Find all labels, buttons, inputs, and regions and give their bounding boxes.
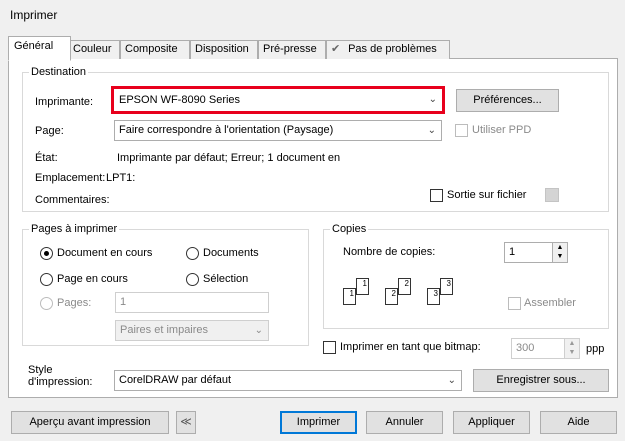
copies-legend: Copies: [332, 223, 367, 235]
chevron-down-icon: ⌄: [427, 125, 436, 136]
documents-label: Documents: [203, 247, 259, 259]
spin-up-icon: ▲: [568, 340, 576, 347]
status-label: État:: [35, 152, 58, 164]
tab-general[interactable]: Général: [8, 36, 71, 61]
tab-no-problems[interactable]: ✔ Pas de problèmes: [326, 40, 450, 59]
use-ppd-checkbox[interactable]: [455, 124, 468, 137]
chevron-down-icon: ⌄: [428, 94, 437, 105]
comments-label: Commentaires:: [35, 194, 110, 206]
even-odd-select[interactable]: Paires et impaires ⌄: [115, 320, 269, 341]
print-as-bitmap-label: Imprimer en tant que bitmap:: [340, 341, 481, 353]
selection-label: Sélection: [203, 273, 249, 285]
spin-down-icon: ▼: [568, 349, 576, 356]
check-magnifier-icon: ✔: [331, 43, 341, 55]
pages-input[interactable]: 1: [115, 292, 269, 313]
window-title: Imprimer: [10, 8, 58, 22]
pages-label: Pages:: [57, 297, 92, 309]
spin-down-icon: ▼: [556, 253, 564, 260]
pages-radio[interactable]: [40, 297, 53, 310]
tab-prepress[interactable]: Pré-presse: [258, 40, 326, 59]
tab-color[interactable]: Couleur: [68, 40, 120, 59]
collate-page: 1: [356, 278, 369, 295]
bitmap-dpi-spinner[interactable]: ▲ ▼: [564, 339, 579, 358]
current-page-label: Page en cours: [57, 273, 128, 285]
destination-legend: Destination: [31, 66, 87, 78]
collate-label: Assembler: [524, 297, 576, 309]
printer-label: Imprimante:: [35, 96, 94, 108]
collate-checkbox[interactable]: [508, 297, 521, 310]
tab-label: Couleur: [73, 43, 112, 55]
print-to-file-checkbox[interactable]: [430, 189, 443, 202]
page-orientation-value: Faire correspondre à l'orientation (Pays…: [119, 124, 334, 136]
tab-label: Pas de problèmes: [348, 43, 437, 55]
location-value: LPT1:: [106, 172, 136, 184]
bitmap-dpi-value: 300: [516, 342, 535, 354]
collate-page: 2: [398, 278, 411, 295]
status-value: Imprimante par défaut; Erreur; 1 documen…: [117, 152, 341, 164]
print-preview-button[interactable]: Aperçu avant impression: [11, 411, 169, 434]
selection-radio[interactable]: [186, 273, 199, 286]
save-as-button[interactable]: Enregistrer sous...: [473, 369, 609, 392]
tab-layout[interactable]: Disposition: [190, 40, 258, 59]
page-label: Page:: [35, 125, 64, 137]
printer-select-value: EPSON WF-8090 Series: [119, 94, 241, 106]
collate-page: 3: [440, 278, 453, 295]
printer-select[interactable]: EPSON WF-8090 Series ⌄: [111, 86, 445, 114]
current-document-radio[interactable]: [40, 247, 53, 260]
preferences-button[interactable]: Préférences...: [456, 89, 559, 112]
collate-page: 3: [427, 288, 440, 305]
print-style-value: CorelDRAW par défaut: [119, 374, 232, 386]
copies-count-value: 1: [509, 246, 516, 258]
copies-count-input[interactable]: 1 ▲ ▼: [504, 242, 568, 263]
copies-count-label: Nombre de copies:: [343, 246, 436, 258]
current-page-radio[interactable]: [40, 273, 53, 286]
tab-composite[interactable]: Composite: [120, 40, 190, 59]
spin-up-icon: ▲: [556, 244, 564, 251]
collate-page: 2: [385, 288, 398, 305]
print-as-bitmap-checkbox[interactable]: [323, 341, 336, 354]
even-odd-value: Paires et impaires: [120, 324, 209, 336]
page-orientation-select[interactable]: Faire correspondre à l'orientation (Pays…: [114, 120, 442, 141]
print-to-file-label: Sortie sur fichier: [447, 189, 527, 201]
print-style-label: Style d'impression:: [28, 364, 93, 388]
documents-radio[interactable]: [186, 247, 199, 260]
file-options-button[interactable]: [545, 188, 559, 202]
current-document-label: Document en cours: [57, 247, 153, 259]
location-label: Emplacement:: [35, 172, 106, 184]
chevron-down-icon: ⌄: [447, 375, 456, 386]
print-button[interactable]: Imprimer: [280, 411, 357, 434]
apply-button[interactable]: Appliquer: [453, 411, 530, 434]
use-ppd-label: Utiliser PPD: [472, 124, 532, 136]
bitmap-unit: ppp: [586, 343, 605, 355]
help-button[interactable]: Aide: [540, 411, 617, 434]
copies-spinner[interactable]: ▲ ▼: [552, 243, 567, 262]
bitmap-dpi-input[interactable]: 300 ▲ ▼: [511, 338, 580, 359]
chevron-down-icon: ⌄: [254, 325, 263, 336]
collate-page: 1: [343, 288, 356, 305]
tab-label: Disposition: [195, 43, 249, 55]
collapse-icon[interactable]: ≪: [176, 411, 196, 434]
print-style-select[interactable]: CorelDRAW par défaut ⌄: [114, 370, 462, 391]
print-range-legend: Pages à imprimer: [31, 223, 118, 235]
tab-label: Pré-presse: [263, 43, 317, 55]
collate-icon: 1 1 2 2 3 3: [343, 274, 455, 310]
tab-bar: Général Couleur Composite Disposition Pr…: [8, 36, 616, 61]
tab-label: Général: [14, 40, 54, 52]
cancel-button[interactable]: Annuler: [366, 411, 443, 434]
tab-label: Composite: [125, 43, 178, 55]
